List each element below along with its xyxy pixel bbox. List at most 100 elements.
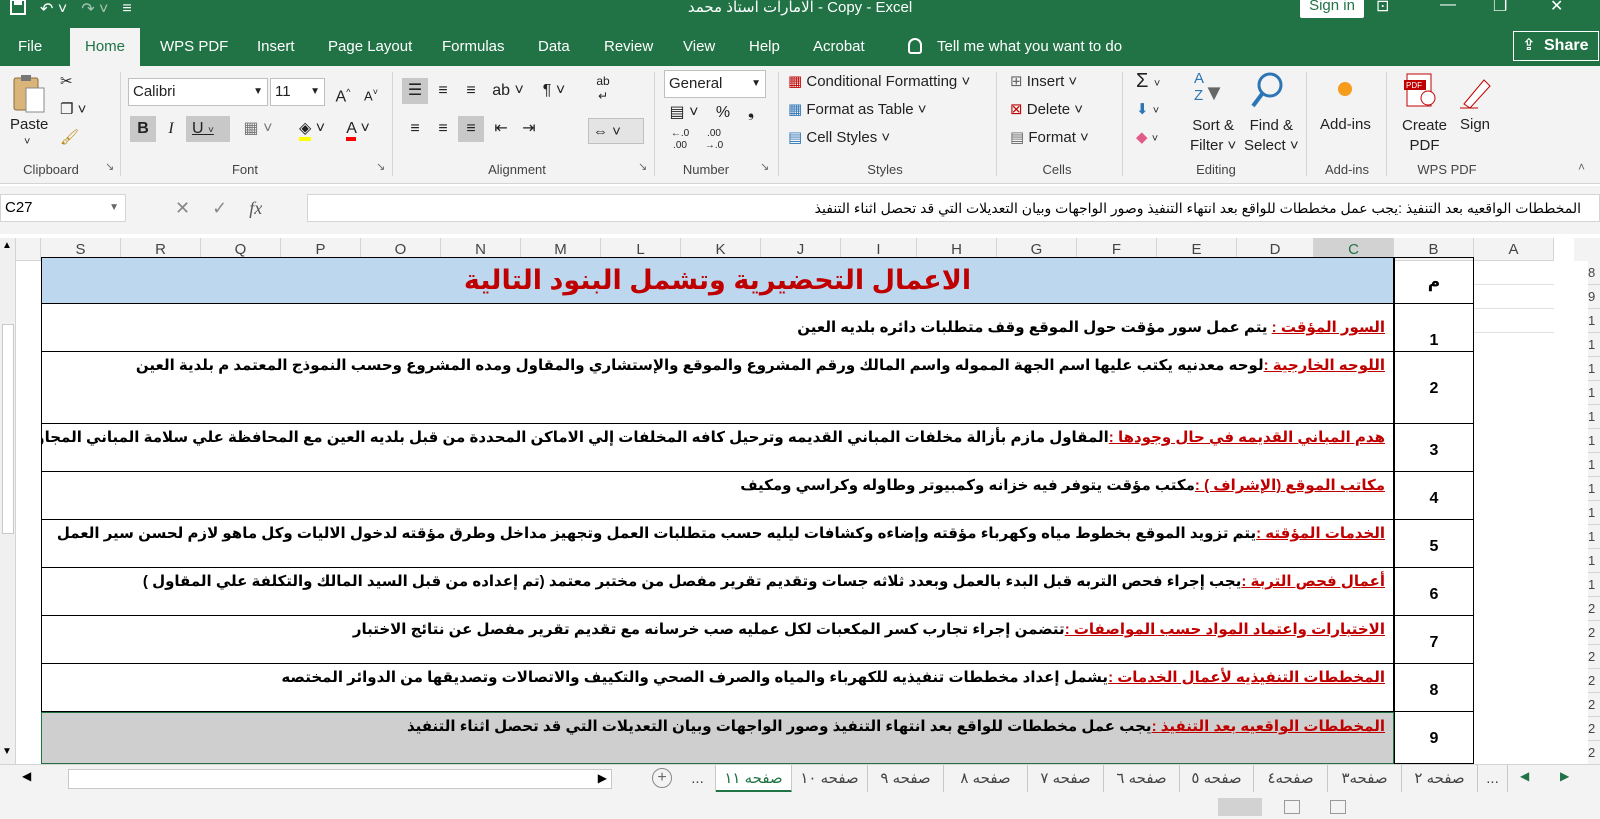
sheet-tab[interactable]: صفحه ٩ [868,765,944,793]
item-row[interactable]: السور المؤقت : يتم عمل سور مؤقت حول المو… [41,304,1394,352]
create-pdf-icon[interactable]: PDF [1404,72,1438,115]
collapse-ribbon-icon[interactable]: ˄ [1578,160,1585,174]
cut-icon[interactable]: ✂ [60,72,73,90]
item-row[interactable]: الاختبارات واعتماد المواد حسب المواصفات … [41,616,1394,664]
minimize-icon[interactable]: — [1440,0,1456,14]
sign-icon[interactable] [1458,74,1494,115]
row-header[interactable]: 1 [1588,333,1600,357]
select-all-corner[interactable] [16,238,41,261]
align-right-icon[interactable]: ≡ [458,116,484,142]
row-header[interactable]: 8 [1588,261,1600,285]
add-ins-button[interactable]: Add-ins [1320,116,1371,133]
number-format-select[interactable]: General ▼ [664,70,766,98]
row-header[interactable]: 2 [1588,669,1600,693]
item-row[interactable]: أعمال فحص التربة :يجب إجراء فحص التربه ق… [41,568,1394,616]
merge-center-icon[interactable]: ⇔ ˅ [588,118,644,144]
sign-in-button[interactable]: Sign in [1300,0,1364,18]
row-header[interactable]: 1 [1588,501,1600,525]
share-button[interactable]: ⇪ Share [1513,31,1599,61]
find-select-icon[interactable] [1250,70,1284,115]
top-align-icon[interactable]: ☰ [402,78,428,104]
scroll-thumb[interactable] [2,324,14,534]
cancel-icon[interactable]: ✕ [175,198,190,219]
tab-review[interactable]: Review [604,28,653,66]
bold-button[interactable]: B [130,116,156,142]
row-header[interactable]: 2 [1588,645,1600,669]
bottom-align-icon[interactable]: ≡ [458,78,484,104]
tab-page-layout[interactable]: Page Layout [328,28,412,66]
sort-filter-button[interactable]: Sort & Filter ˅ [1190,116,1236,156]
item-row-selected[interactable]: المخططات الواقعيه بعد التنفيذ :يجب عمل م… [41,712,1394,764]
font-size-select[interactable]: 11 ▼ [270,78,325,106]
item-number[interactable]: 2 [1394,352,1474,424]
row-header[interactable]: 1 [1588,573,1600,597]
row-header[interactable]: 1 [1588,357,1600,381]
format-cells-button[interactable]: ▤ Format ˅ [1010,128,1089,146]
sheet-tab[interactable]: صفحه ٨ [944,765,1028,793]
align-center-icon[interactable]: ≡ [430,116,456,142]
cell[interactable] [1474,261,1554,285]
row-header[interactable]: 2 [1588,717,1600,741]
item-number[interactable]: 5 [1394,520,1474,568]
hscroll-right-icon[interactable]: ▶ [598,771,607,785]
item-row[interactable]: المخططات التنفيذيه لأعمال الخدمات :يشمل … [41,664,1394,712]
item-number[interactable]: 8 [1394,664,1474,712]
tell-me-search[interactable]: Tell me what you want to do [937,28,1122,66]
font-color-icon[interactable]: A ˅ [338,116,378,142]
underline-button[interactable]: U ˅ [186,116,230,142]
new-sheet-icon[interactable]: + [652,768,672,788]
row-header[interactable]: 1 [1588,525,1600,549]
orientation-icon[interactable]: ab ˅ [490,78,526,104]
text-direction-icon[interactable]: ¶ ˅ [536,78,572,104]
normal-view-icon[interactable] [1218,798,1262,816]
italic-button[interactable]: I [158,116,184,142]
tab-file[interactable]: File [18,28,42,66]
number-launcher-icon[interactable]: ↘ [760,160,769,173]
page-break-view-icon[interactable] [1330,800,1346,814]
section-heading[interactable]: الاعمال التحضيرية وتشمل البنود التالية [41,257,1394,304]
tab-scroll-next-icon[interactable]: ▶ [1560,769,1569,783]
page-layout-view-icon[interactable] [1284,800,1300,814]
conditional-formatting-button[interactable]: ▦ Conditional Formatting ˅ [788,72,970,90]
add-ins-icon[interactable] [1338,82,1352,96]
font-launcher-icon[interactable]: ↘ [376,160,385,173]
row-header[interactable]: 1 [1588,405,1600,429]
middle-align-icon[interactable]: ≡ [430,78,456,104]
tab-home[interactable]: Home [70,28,140,66]
decrease-font-icon[interactable]: A˅ [358,79,384,105]
increase-indent-icon[interactable]: ⇥ [516,116,542,142]
clear-icon[interactable]: ◆ ˅ [1136,128,1158,146]
format-as-table-button[interactable]: ▦ Format as Table ˅ [788,100,927,118]
number-column-header[interactable]: م [1394,257,1474,304]
sheet-tab[interactable]: صفحه ٦ [1104,765,1180,793]
decrease-decimal-icon[interactable]: .00 →.0 [698,128,730,154]
scroll-down-icon[interactable]: ▼ [2,746,12,757]
decrease-indent-icon[interactable]: ⇤ [488,116,514,142]
sheet-tab-more-left[interactable]: ... [680,765,716,793]
row-header[interactable]: 1 [1588,453,1600,477]
row-header[interactable]: 2 [1588,621,1600,645]
autosum-icon[interactable]: Σ ˅ [1136,70,1160,93]
row-header[interactable]: 1 [1588,549,1600,573]
name-box[interactable]: C27 ▼ [0,194,126,222]
row-header[interactable]: 1 [1588,309,1600,333]
cell[interactable] [1474,309,1554,333]
paste-button[interactable]: Paste [10,116,48,133]
wrap-text-icon[interactable]: ab ↵ [592,74,614,108]
find-select-button[interactable]: Find & Select ˅ [1244,116,1299,156]
sheet-tab[interactable]: صفحه ٧ [1028,765,1104,793]
item-row[interactable]: هدم المباني القديمه في حال وجودها :المقا… [41,424,1394,472]
insert-function-icon[interactable]: fx [249,198,262,219]
formula-input[interactable]: المخططات الواقعيه بعد التنفيذ :يجب عمل م… [307,194,1600,222]
item-number[interactable]: 1 [1394,304,1474,352]
clipboard-launcher-icon[interactable]: ↘ [105,160,114,173]
tab-wps-pdf[interactable]: WPS PDF [160,28,228,66]
row-header[interactable]: 2 [1588,597,1600,621]
accounting-format-icon[interactable]: ▤ ˅ [664,100,704,126]
close-icon[interactable]: ✕ [1550,0,1563,16]
tab-insert[interactable]: Insert [257,28,295,66]
fill-color-icon[interactable]: ◈ ˅ [292,116,332,142]
fill-icon[interactable]: ⬇ ˅ [1136,100,1159,118]
insert-cells-button[interactable]: ⊞ Insert ˅ [1010,72,1077,90]
borders-icon[interactable]: ▦ ˅ [238,116,278,142]
